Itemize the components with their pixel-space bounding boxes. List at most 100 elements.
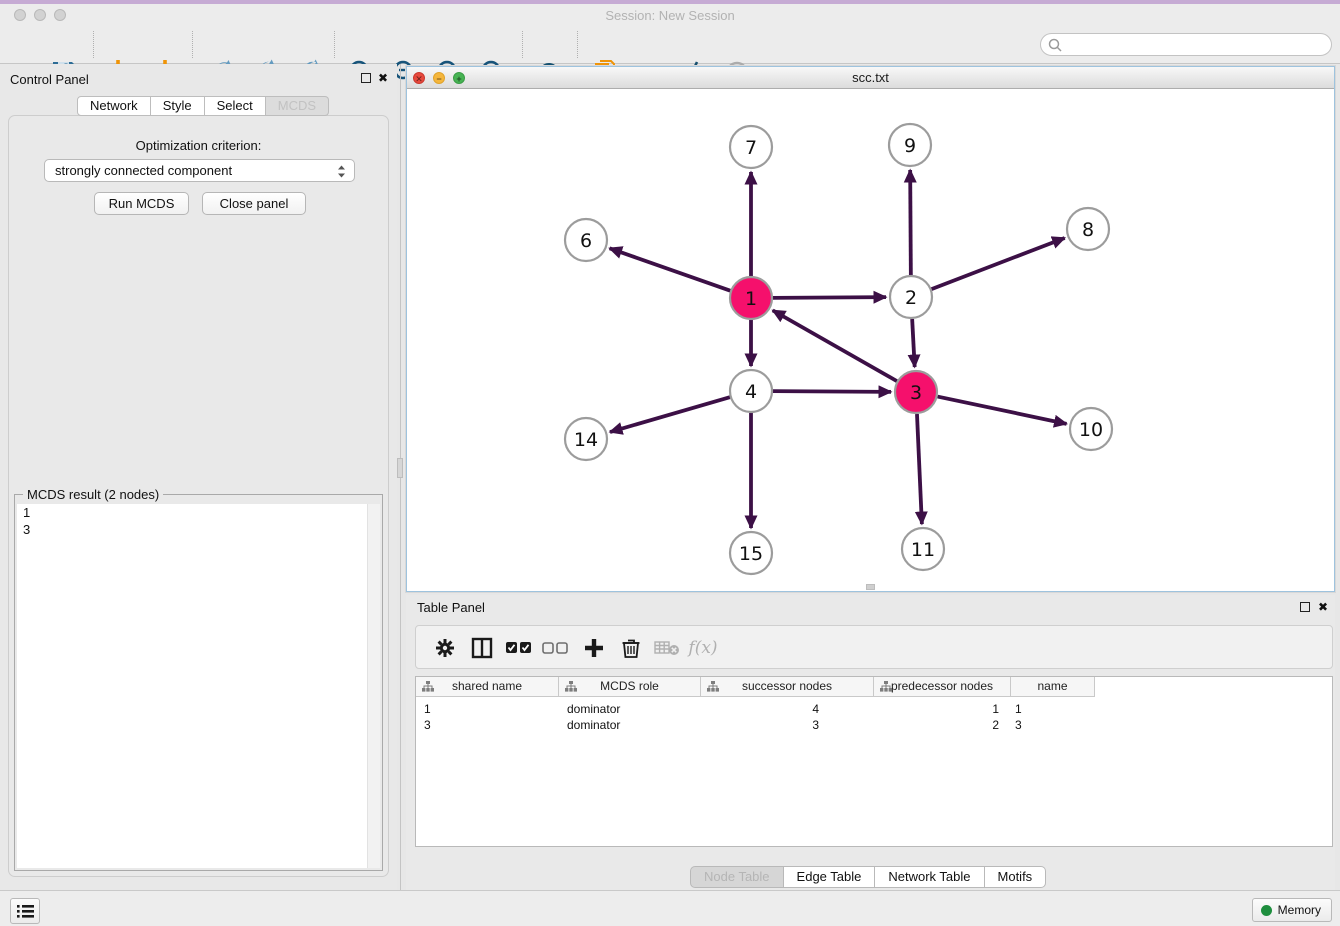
optimization-criterion-label: Optimization criterion: xyxy=(0,138,397,153)
table-toolbar: f(x) xyxy=(415,625,1333,669)
graph-node-9[interactable]: 9 xyxy=(889,124,931,166)
graph-edge-1-6[interactable] xyxy=(610,248,731,290)
node-label: 9 xyxy=(904,135,916,157)
delete-table-icon[interactable] xyxy=(652,633,682,663)
column-header-successor-nodes[interactable]: successor nodes xyxy=(701,677,874,697)
run-mcds-button[interactable]: Run MCDS xyxy=(94,192,189,215)
tab-motifs[interactable]: Motifs xyxy=(985,866,1047,888)
memory-status-icon xyxy=(1261,905,1272,916)
delete-row-icon[interactable] xyxy=(616,633,646,663)
graph-edge-3-1[interactable] xyxy=(773,310,897,381)
tab-network-table[interactable]: Network Table xyxy=(875,866,984,888)
control-panel-tabs: NetworkStyleSelectMCDS xyxy=(77,96,329,116)
node-label: 10 xyxy=(1079,419,1103,441)
column-header-name[interactable]: name xyxy=(1011,677,1095,697)
graph-node-4[interactable]: 4 xyxy=(730,370,772,412)
table-cell[interactable]: 3 xyxy=(701,717,874,733)
window-title: Session: New Session xyxy=(0,8,1340,23)
hierarchy-icon xyxy=(707,681,719,692)
hierarchy-icon xyxy=(422,681,434,692)
node-label: 1 xyxy=(745,288,757,310)
graph-edge-3-10[interactable] xyxy=(938,397,1067,424)
table-cell[interactable]: 1 xyxy=(874,701,1011,717)
graph-edge-2-3[interactable] xyxy=(912,319,915,367)
graph-edge-2-8[interactable] xyxy=(932,238,1065,289)
graph-edge-1-2[interactable] xyxy=(773,297,886,298)
close-table-panel-icon[interactable]: ✖ xyxy=(1318,602,1328,612)
tab-network[interactable]: Network xyxy=(77,96,151,116)
graph-edge-4-3[interactable] xyxy=(773,391,891,392)
table-cell[interactable]: 1 xyxy=(1011,701,1095,717)
table-cell[interactable]: 3 xyxy=(1011,717,1095,733)
graph-node-6[interactable]: 6 xyxy=(565,219,607,261)
network-title: scc.txt xyxy=(407,70,1334,85)
table-cell[interactable]: 1 xyxy=(416,701,559,717)
function-builder-icon[interactable]: f(x) xyxy=(688,633,718,663)
result-scrollbar[interactable] xyxy=(367,504,380,868)
tab-select[interactable]: Select xyxy=(205,96,266,116)
search-icon xyxy=(1048,38,1063,53)
node-label: 3 xyxy=(910,382,922,404)
float-table-panel-icon[interactable] xyxy=(1300,602,1310,612)
criterion-dropdown[interactable]: strongly connected component xyxy=(44,159,355,182)
graph-edge-4-14[interactable] xyxy=(610,397,730,432)
chevron-updown-icon xyxy=(337,164,346,179)
control-panel: Control Panel ✖ NetworkStyleSelectMCDS O… xyxy=(0,64,397,890)
status-bar: Memory xyxy=(0,890,1340,926)
graph-node-10[interactable]: 10 xyxy=(1070,408,1112,450)
task-history-button[interactable] xyxy=(10,898,40,924)
result-line: 1 xyxy=(17,504,380,521)
graph-node-11[interactable]: 11 xyxy=(902,528,944,570)
hierarchy-icon xyxy=(565,681,577,692)
table-panel: Table Panel ✖ f(x) shared nameMCDS roles… xyxy=(406,595,1335,890)
graph-node-7[interactable]: 7 xyxy=(730,126,772,168)
graph-node-3[interactable]: 3 xyxy=(895,371,937,413)
search-box[interactable] xyxy=(1040,33,1332,56)
table-cell[interactable]: dominator xyxy=(559,717,701,733)
column-header-MCDS-role[interactable]: MCDS role xyxy=(559,677,701,697)
memory-label: Memory xyxy=(1278,903,1321,917)
tab-edge-table[interactable]: Edge Table xyxy=(784,866,876,888)
node-label: 15 xyxy=(739,543,763,565)
network-scroll-handle[interactable] xyxy=(866,584,875,590)
column-header-shared-name[interactable]: shared name xyxy=(416,677,559,697)
graph-edge-2-9[interactable] xyxy=(910,170,911,275)
node-label: 14 xyxy=(574,429,598,451)
add-row-icon[interactable] xyxy=(579,633,609,663)
app-titlebar: Session: New Session xyxy=(0,0,1340,28)
toolbar-separator xyxy=(522,31,523,58)
table-cell[interactable]: 2 xyxy=(874,717,1011,733)
graph-node-15[interactable]: 15 xyxy=(730,532,772,574)
node-label: 4 xyxy=(745,381,757,403)
network-canvas[interactable]: 7 9 6 8 1 2 4 3 14 10 15 11 xyxy=(408,89,1334,592)
select-all-checkboxes-icon[interactable] xyxy=(504,633,534,663)
mcds-result-list[interactable]: 13 xyxy=(17,504,380,868)
graph-node-1[interactable]: 1 xyxy=(730,277,772,319)
float-panel-icon[interactable] xyxy=(361,73,371,83)
graph-node-2[interactable]: 2 xyxy=(890,276,932,318)
network-window-titlebar[interactable]: ✕ − + scc.txt xyxy=(407,67,1334,89)
tab-mcds[interactable]: MCDS xyxy=(266,96,329,116)
search-input[interactable] xyxy=(1067,35,1325,54)
table-cell[interactable]: 3 xyxy=(416,717,559,733)
graph-node-8[interactable]: 8 xyxy=(1067,208,1109,250)
node-label: 2 xyxy=(905,287,917,309)
gear-icon[interactable] xyxy=(430,633,460,663)
tab-style[interactable]: Style xyxy=(151,96,205,116)
vertical-splitter-handle[interactable] xyxy=(397,458,403,478)
hierarchy-icon xyxy=(880,681,892,692)
criterion-value: strongly connected component xyxy=(55,163,232,178)
table-cell[interactable]: 4 xyxy=(701,701,874,717)
table-cell[interactable]: dominator xyxy=(559,701,701,717)
graph-node-14[interactable]: 14 xyxy=(565,418,607,460)
memory-button[interactable]: Memory xyxy=(1252,898,1332,922)
close-panel-button[interactable]: Close panel xyxy=(202,192,306,215)
mcds-result-groupbox: MCDS result (2 nodes) 13 xyxy=(14,494,383,871)
split-columns-icon[interactable] xyxy=(467,633,497,663)
deselect-all-checkboxes-icon[interactable] xyxy=(540,633,570,663)
close-panel-icon[interactable]: ✖ xyxy=(378,73,388,83)
tab-node-table[interactable]: Node Table xyxy=(690,866,784,888)
graph-edge-3-11[interactable] xyxy=(917,414,922,524)
toolbar-separator xyxy=(577,31,578,58)
column-header-predecessor-nodes[interactable]: predecessor nodes xyxy=(874,677,1011,697)
